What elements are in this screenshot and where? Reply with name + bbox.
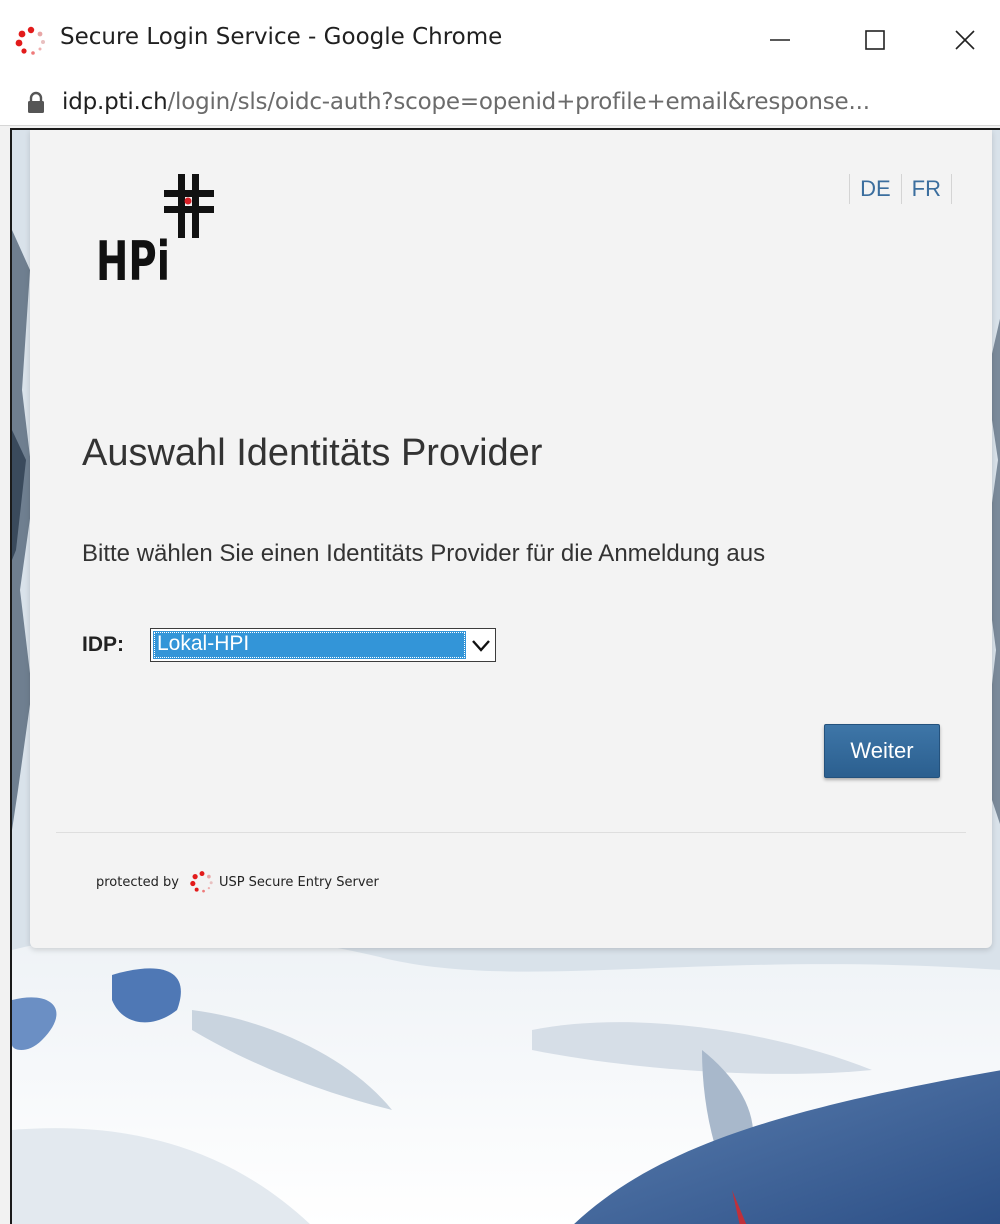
- instruction-text: Bitte wählen Sie einen Identitäts Provid…: [82, 540, 766, 567]
- card-footer: protected by USP Secure Entry Server: [96, 870, 379, 894]
- language-separator: [951, 174, 952, 204]
- login-card: HPi DE FR Auswahl Identitäts Provider Bi…: [30, 130, 992, 948]
- footer-product: USP Secure Entry Server: [218, 874, 379, 890]
- footer-prefix: protected by: [96, 874, 179, 890]
- idp-select[interactable]: Lokal-HPI: [150, 628, 496, 662]
- usp-dots-icon: [190, 871, 213, 893]
- maximize-icon: [865, 30, 885, 50]
- close-button[interactable]: [935, 14, 995, 66]
- chevron-down-icon: [472, 640, 490, 652]
- idp-label: IDP:: [82, 633, 124, 656]
- url-text[interactable]: idp.pti.ch/login/sls/oidc-auth?scope=ope…: [62, 89, 870, 115]
- weiter-button[interactable]: Weiter: [824, 724, 940, 778]
- language-link-fr[interactable]: FR: [902, 174, 951, 204]
- close-icon: [955, 30, 975, 50]
- language-link-de[interactable]: DE: [850, 174, 901, 204]
- url-path: /login/sls/oidc-auth?scope=openid+profil…: [167, 89, 870, 115]
- page-viewport: HPi DE FR Auswahl Identitäts Provider Bi…: [10, 128, 1000, 1224]
- page-title: Auswahl Identitäts Provider: [82, 432, 543, 474]
- maximize-button[interactable]: [845, 14, 905, 66]
- minimize-icon: [770, 39, 790, 41]
- card-divider: [56, 832, 966, 833]
- address-bar[interactable]: idp.pti.ch/login/sls/oidc-auth?scope=ope…: [0, 80, 1000, 126]
- window-title: Secure Login Service - Google Chrome: [60, 24, 503, 50]
- hpi-logo: HPi: [96, 174, 214, 286]
- idp-selected-value: Lokal-HPI: [153, 631, 466, 659]
- lock-icon: [28, 91, 44, 113]
- svg-text:HPi: HPi: [96, 230, 170, 286]
- language-switcher: DE FR: [849, 174, 952, 204]
- url-host: idp.pti.ch: [62, 89, 168, 115]
- usp-dots-icon: [15, 26, 45, 55]
- minimize-button[interactable]: [750, 14, 810, 66]
- browser-window: Secure Login Service - Google Chrome idp…: [0, 0, 1000, 1224]
- title-bar: Secure Login Service - Google Chrome: [0, 0, 1000, 80]
